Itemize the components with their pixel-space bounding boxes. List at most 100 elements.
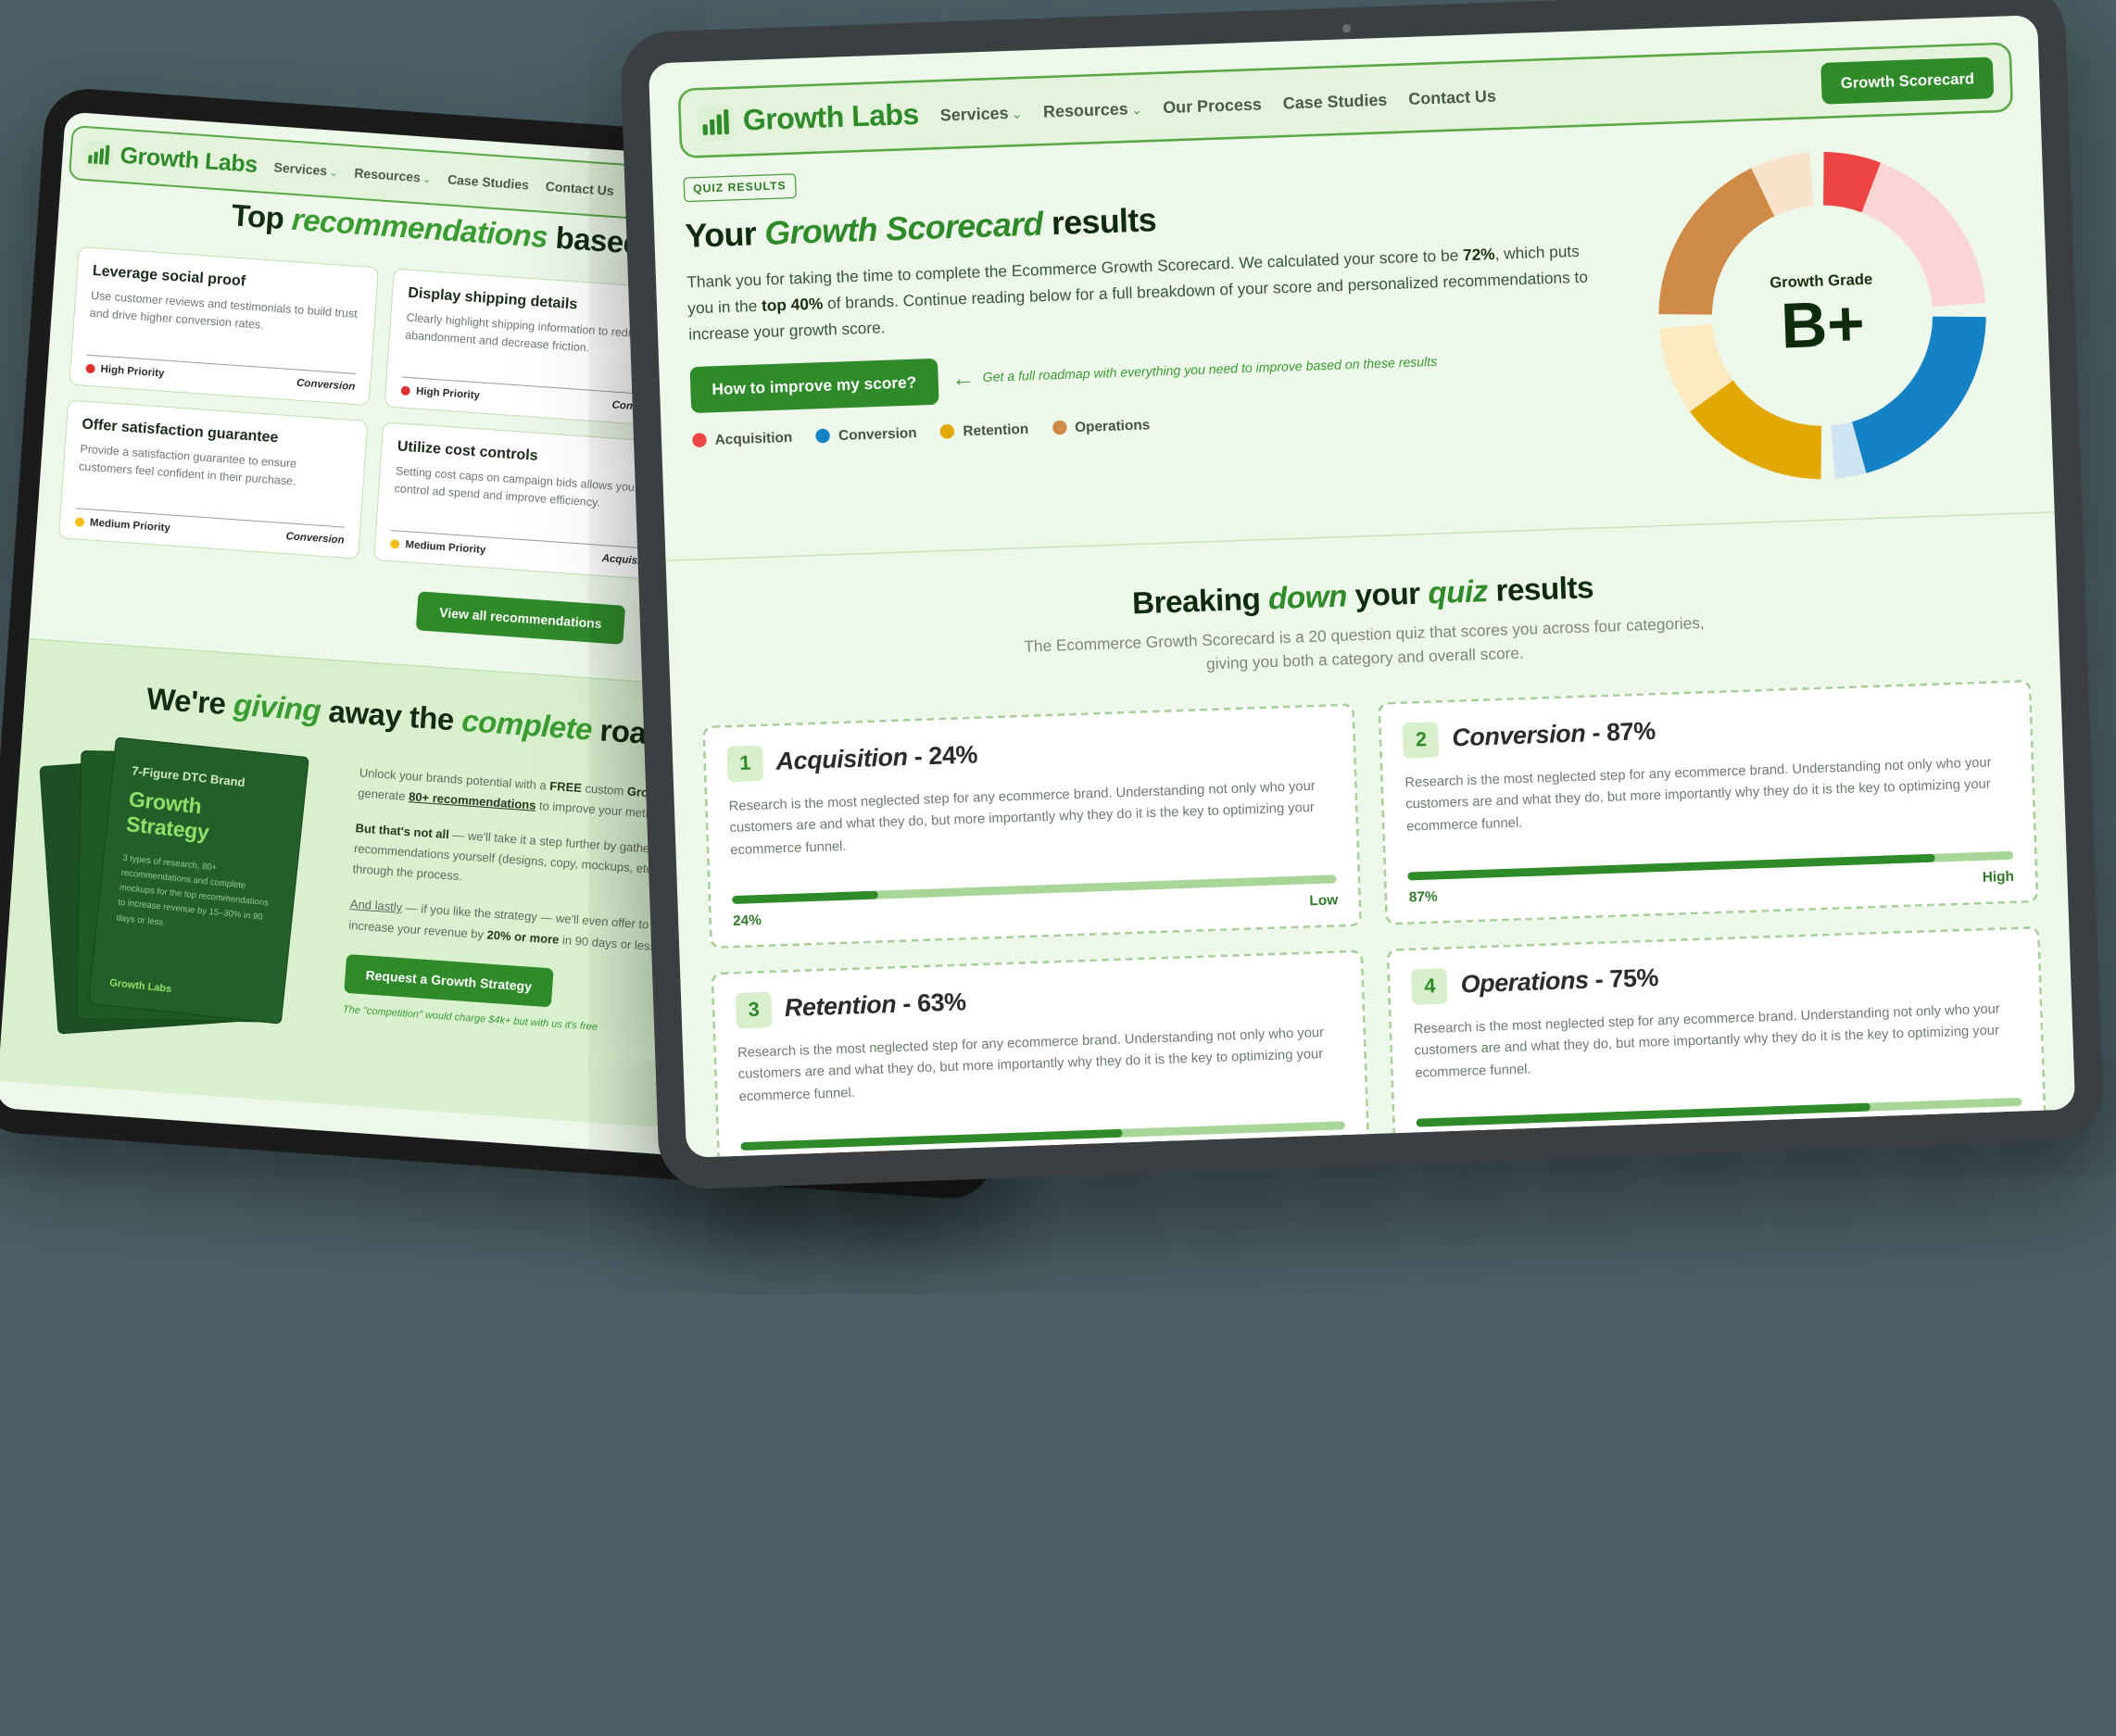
score-progress-fill [740,1128,1123,1151]
heading-accent: giving [232,686,322,728]
category-card-acquisition[interactable]: 1 Acquisition - 24% Research is the most… [702,702,1363,949]
legend-swatch-icon [692,432,707,447]
nav-item-case-studies[interactable]: Case Studies [447,171,530,192]
nav-item-case-studies[interactable]: Case Studies [1282,89,1387,111]
left-arrow-icon: ← [951,366,976,393]
score-rating: High [1982,867,2015,886]
score-progress-track [1417,1097,2022,1126]
priority-badge: Medium Priority [390,538,486,556]
category-title: Conversion - 87% [1452,717,1656,752]
request-growth-strategy-button[interactable]: Request a Growth Strategy [344,953,554,1008]
nav-item-resources[interactable]: Resources ⌄ [1043,98,1142,120]
category-number: 4 [1411,967,1449,1005]
heading-part: results [1487,569,1594,609]
category-score-suffix: - 87% [1584,717,1656,748]
nav-label: Resources [1042,98,1128,120]
donut-arc-filled-operations [1658,168,1775,315]
legend-label: Acquisition [714,428,793,448]
brand-name: Growth Labs [119,142,258,179]
category-number: 2 [1403,721,1440,759]
nav-item-our-process[interactable]: Our Process [1163,94,1262,116]
legend-swatch-icon [1052,420,1067,435]
priority-dot-icon [400,385,411,396]
category-label: Conversion [285,531,346,547]
category-score-suffix: - 75% [1588,963,1659,994]
legend-label: Operations [1074,415,1151,435]
category-score-suffix: - 63% [895,988,967,1018]
category-card-retention[interactable]: 3 Retention - 63% Research is the most n… [711,949,1371,1158]
legend-swatch-icon [939,423,955,439]
recommendation-description: Provide a satisfaction guarantee to ensu… [78,442,297,488]
how-to-improve-button[interactable]: How to improve my score? [689,358,939,413]
hero-section: QUIZ RESULTS Your Growth Scorecard resul… [651,111,2056,560]
brand-name: Growth Labs [742,97,920,138]
legend-item-acquisition: Acquisition [692,428,793,448]
chevron-down-icon: ⌄ [422,174,432,185]
donut-arc-filled-conversion [1851,316,1986,473]
priority-dot-icon [390,539,400,549]
recommendation-card[interactable]: Offer satisfaction guarantee Provide a s… [57,399,369,560]
category-card-operations[interactable]: 4 Operations - 75% Research is the most … [1387,925,2047,1158]
book-cover-front: 7-Figure DTC Brand Growth Strategy 3 typ… [87,736,309,1025]
donut-arc-track-acquisition [1861,162,1986,308]
hero-note-text: Get a full roadmap with everything you n… [982,355,1438,385]
category-description: Research is the most neglected step for … [1404,755,1992,835]
legend-item-conversion: Conversion [815,423,917,444]
nav-label: Services [273,158,328,178]
book-body-text: 3 types of research, 80+ recommendations… [116,852,270,928]
category-title: Acquisition - 24% [775,741,977,776]
nav-label: Resources [353,164,422,184]
quiz-results-badge: QUIZ RESULTS [683,173,797,203]
category-score-suffix: - 24% [907,740,978,771]
priority-badge: High Priority [400,384,480,401]
growth-strategy-book-stack: 7-Figure DTC Brand Growth Strategy 3 typ… [29,736,336,1061]
bar-chart-logo-icon [83,139,114,170]
brand-logo[interactable]: Growth Labs [697,97,920,141]
priority-badge: High Priority [85,363,165,380]
nav-item-services[interactable]: Services ⌄ [273,159,338,179]
nav-item-contact-us[interactable]: Contact Us [1408,85,1496,107]
nav-item-contact-us[interactable]: Contact Us [545,178,614,197]
category-name: Acquisition [775,743,909,775]
view-all-recommendations-button[interactable]: View all recommendations [415,591,625,645]
legend-label: Retention [963,420,1029,439]
nav-item-services[interactable]: Services ⌄ [939,102,1022,124]
priority-label: High Priority [100,363,165,380]
score-rating: Medium [1968,1113,2023,1133]
donut-svg [1658,152,1986,480]
category-name: Conversion [1451,719,1586,752]
brand-logo[interactable]: Growth Labs [83,139,258,180]
category-number: 3 [735,990,773,1028]
heading-part: We're [145,681,235,722]
score-value: 87% [1408,887,1438,905]
tablet-nav-links: Services ⌄ Resources ⌄ Our Process Case St… [939,85,1496,123]
nav-item-resources[interactable]: Resources ⌄ [354,165,432,185]
chevron-down-icon: ⌄ [329,168,338,179]
screenshot-stage: Growth Labs Services ⌄ Resources ⌄ Case St… [0,0,2116,1736]
category-grid: 1 Acquisition - 24% Research is the most… [702,679,2047,1158]
recommendation-footer: High Priority Conversion [400,384,671,415]
category-card-conversion[interactable]: 2 Conversion - 87% Research is the most … [1378,679,2039,925]
legend-swatch-icon [815,428,831,443]
nav-label: Services [939,102,1009,124]
recommendation-footer: High Priority Conversion [85,363,356,393]
score-value: 75% [1417,1133,1447,1151]
recommendation-card[interactable]: Leverage social proof Use customer revie… [69,245,380,407]
hero-note: ← Get a full roadmap with everything you… [951,350,1438,393]
recommendation-footer: Medium Priority Acquisition [390,538,661,568]
title-part: results [1041,201,1157,243]
heading-accent: complete [460,702,594,747]
category-description: Research is the most neglected step for … [737,1025,1325,1104]
tablet-device: Growth Labs Services ⌄ Resources ⌄ Our Pro… [619,0,2105,1190]
growth-scorecard-button[interactable]: Growth Scorecard [1820,57,1995,105]
book-title: Growth Strategy [124,786,210,845]
recommendation-description: Setting cost caps on campaign bids allow… [394,464,649,509]
category-name: Retention [784,990,897,1022]
legend-label: Conversion [838,423,917,444]
category-number: 1 [726,744,764,782]
breakdown-section: Breaking down your quiz results The Ecom… [666,512,2076,1158]
title-accent: Growth Scorecard [763,205,1044,252]
laptop-nav-links: Services ⌄ Resources ⌄ Case Studies Contac… [273,159,614,198]
priority-dot-icon [74,517,85,527]
category-label: Conversion [296,377,356,393]
